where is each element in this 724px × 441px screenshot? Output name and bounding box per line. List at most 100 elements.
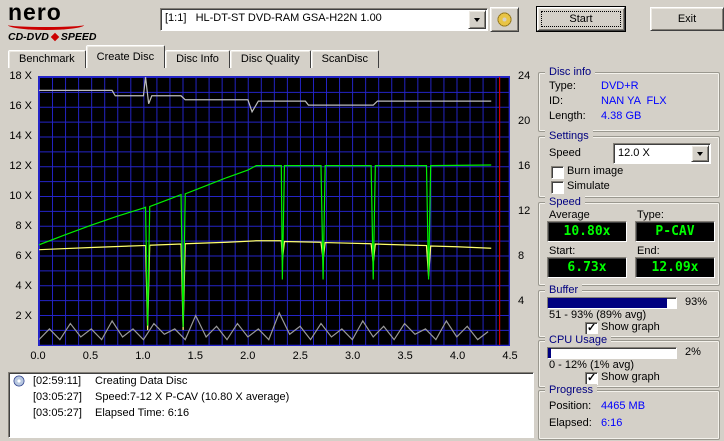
- logo-speed-text: SPEED: [60, 31, 97, 43]
- cpu-progressbar: [547, 347, 677, 359]
- logo-cddvd-text: CD-DVD: [8, 31, 49, 43]
- disc-info-title: Disc info: [545, 66, 596, 78]
- axis-tick-label: 2.5: [292, 350, 308, 362]
- series-buffer-level: [39, 77, 491, 112]
- cpu-progress-fill: [548, 348, 551, 358]
- chevron-down-icon[interactable]: [468, 10, 486, 29]
- axis-tick-label: 2 X: [15, 310, 32, 322]
- chart-right-axis: 24 20 16 12 8 4: [514, 70, 534, 346]
- axis-tick-label: 4.5: [502, 350, 518, 362]
- buffer-range: 51 - 93% (89% avg): [549, 309, 647, 321]
- log-timestamp: [03:05:27]: [33, 391, 82, 403]
- log-message: Elapsed Time: 6:16: [95, 407, 190, 419]
- tab-benchmark[interactable]: Benchmark: [8, 50, 86, 68]
- progress-group: Progress Position: 4465 MB Elapsed: 6:16: [538, 384, 720, 440]
- axis-tick-label: 3.0: [345, 350, 361, 362]
- tab-disc-info[interactable]: Disc Info: [165, 50, 230, 68]
- settings-title: Settings: [545, 130, 593, 142]
- disc-type-label: Type:: [549, 80, 576, 92]
- buffer-group: Buffer 93% 51 - 93% (89% avg) Show graph: [538, 284, 720, 338]
- disc-length-value: 4.38 GB: [601, 110, 642, 122]
- chart-series-svg: [39, 77, 509, 345]
- end-speed-label: End:: [637, 245, 660, 257]
- buffer-progress-fill: [548, 298, 668, 308]
- nero-logo: nero CD-DVD SPEED: [8, 1, 148, 43]
- simulate-label: Simulate: [567, 180, 610, 192]
- tab-create-disc[interactable]: Create Disc: [85, 45, 166, 68]
- end-speed-display: 12.09x: [635, 257, 715, 278]
- write-speed-select-value: 12.0 X: [618, 147, 650, 159]
- chart-left-axis: 18 X 16 X 14 X 12 X 10 X 8 X 6 X 4 X 2 X: [8, 70, 35, 346]
- start-button-label: Start: [569, 13, 593, 25]
- average-speed-label: Average: [549, 209, 590, 221]
- axis-tick-label: 10 X: [9, 190, 32, 202]
- axis-tick-label: 12: [518, 205, 531, 217]
- disc-icon: [497, 12, 512, 27]
- tab-scandisc[interactable]: ScanDisc: [310, 50, 380, 68]
- axis-tick-label: 12 X: [9, 160, 32, 172]
- start-speed-label: Start:: [549, 245, 576, 257]
- log-row: [03:05:27] Elapsed Time: 6:16: [9, 405, 533, 421]
- axis-tick-label: 8 X: [15, 220, 32, 232]
- buffer-progressbar: [547, 297, 677, 309]
- progress-title: Progress: [545, 384, 598, 396]
- buffer-title: Buffer: [545, 284, 583, 296]
- axis-tick-label: 0.0: [30, 350, 46, 362]
- position-label: Position:: [549, 400, 592, 412]
- cpu-range: 0 - 12% (1% avg): [549, 359, 634, 371]
- disc-id-value: NAN YA FLX: [601, 95, 667, 107]
- elapsed-label: Elapsed:: [549, 417, 592, 429]
- write-speed-select[interactable]: 12.0 X: [613, 143, 711, 164]
- simulate-checkbox[interactable]: [551, 181, 564, 194]
- axis-tick-label: 14 X: [9, 130, 32, 142]
- axis-tick-label: 20: [518, 115, 531, 127]
- start-button[interactable]: Start: [536, 6, 626, 32]
- speed-type-label: Type:: [637, 209, 664, 221]
- axis-tick-label: 1.0: [135, 350, 151, 362]
- drive-select[interactable]: [1:1] HL-DT-ST DVD-RAM GSA-H22N 1.00: [160, 8, 488, 31]
- status-log[interactable]: [02:59:11] Creating Data Disc [03:05:27] Sp…: [8, 372, 534, 438]
- disc-id-label: ID:: [549, 95, 564, 107]
- axis-tick-label: 6 X: [15, 250, 32, 262]
- axis-tick-label: 4 X: [15, 280, 32, 292]
- log-timestamp: [03:05:27]: [33, 407, 82, 419]
- disc-length-label: Length:: [549, 110, 586, 122]
- burn-disc-icon: [13, 375, 25, 387]
- tab-strip: Benchmark Create Disc Disc Info Disc Qualit…: [8, 45, 380, 68]
- log-message: Creating Data Disc: [95, 375, 188, 387]
- series-cpu-usage: [39, 313, 488, 340]
- chevron-down-icon[interactable]: [691, 145, 709, 162]
- cpu-show-graph-label: Show graph: [601, 371, 660, 383]
- buffer-show-graph-label: Show graph: [601, 321, 660, 333]
- axis-tick-label: 18 X: [9, 70, 32, 82]
- speed-type-display: P-CAV: [635, 221, 715, 242]
- exit-button[interactable]: Exit: [650, 7, 724, 31]
- elapsed-value: 6:16: [601, 417, 623, 429]
- burn-image-checkbox[interactable]: [551, 166, 564, 179]
- speed-title: Speed: [545, 196, 585, 208]
- speed-setting-label: Speed: [549, 147, 581, 159]
- axis-tick-label: 3.5: [397, 350, 413, 362]
- axis-tick-label: 16: [518, 160, 531, 172]
- axis-tick-label: 24: [518, 70, 531, 82]
- axis-tick-label: 0.5: [82, 350, 99, 362]
- disc-type-value: DVD+R: [601, 80, 639, 92]
- log-row: [03:05:27] Speed:7-12 X P-CAV (10.80 X av…: [9, 389, 533, 405]
- eject-disc-button[interactable]: [490, 7, 519, 32]
- log-timestamp: [02:59:11]: [33, 375, 82, 387]
- nero-cd-dvd-speed-window: nero CD-DVD SPEED [1:1] HL-DT-ST DVD-RAM…: [0, 0, 724, 441]
- burn-image-label: Burn image: [567, 165, 624, 177]
- cpu-usage-title: CPU Usage: [545, 334, 612, 346]
- nero-logo-subtitle: CD-DVD SPEED: [8, 31, 148, 43]
- chart-x-axis: 0.0 0.5 1.0 1.5 2.0 2.5 3.0 3.5 4.0 4.5: [30, 350, 517, 364]
- tab-disc-quality[interactable]: Disc Quality: [229, 50, 311, 68]
- axis-tick-label: 4.0: [449, 350, 466, 362]
- exit-button-label: Exit: [677, 13, 697, 25]
- settings-group: Settings Speed 12.0 X Burn image Simulat…: [538, 130, 720, 198]
- cpu-usage-group: CPU Usage 2% 0 - 12% (1% avg) Show graph: [538, 334, 720, 388]
- write-speed-chart: 18 X 16 X 14 X 12 X 10 X 8 X 6 X 4 X 2 X 24 20 16 1…: [8, 70, 532, 366]
- average-speed-display: 10.80x: [547, 221, 627, 242]
- position-value: 4465 MB: [601, 400, 646, 412]
- buffer-percent: 93%: [685, 296, 708, 308]
- axis-tick-label: 16 X: [9, 100, 32, 112]
